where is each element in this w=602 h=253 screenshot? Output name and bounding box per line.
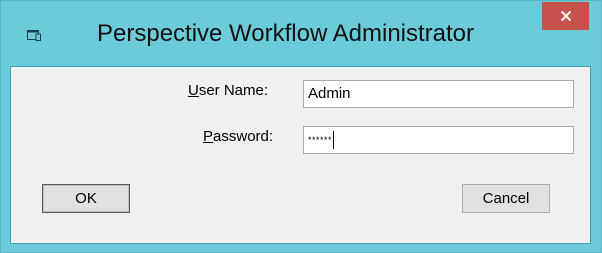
- username-label-mnemonic: U: [188, 82, 199, 99]
- dialog-client-area: User Name: Admin Password: ****** OK Can…: [10, 66, 591, 244]
- cancel-button[interactable]: Cancel: [462, 184, 550, 213]
- password-input-value: ******: [308, 135, 333, 145]
- username-input[interactable]: Admin: [303, 80, 574, 108]
- title-bar[interactable]: Perspective Workflow Administrator: [1, 1, 601, 67]
- username-input-value: Admin: [308, 85, 351, 102]
- password-label: Password:: [203, 128, 273, 146]
- text-caret: [333, 131, 335, 149]
- login-dialog-window: Perspective Workflow Administrator User …: [0, 0, 602, 253]
- username-label: User Name:: [188, 82, 268, 100]
- ok-button[interactable]: OK: [42, 184, 130, 213]
- window-title: Perspective Workflow Administrator: [97, 20, 475, 47]
- password-label-mnemonic: P: [203, 128, 214, 145]
- password-input[interactable]: ******: [303, 126, 574, 154]
- app-window-icon: [27, 30, 41, 41]
- password-label-text: assword:: [213, 128, 274, 145]
- close-icon: [560, 10, 571, 22]
- username-label-text: ser Name:: [198, 82, 269, 99]
- close-button[interactable]: [542, 2, 589, 30]
